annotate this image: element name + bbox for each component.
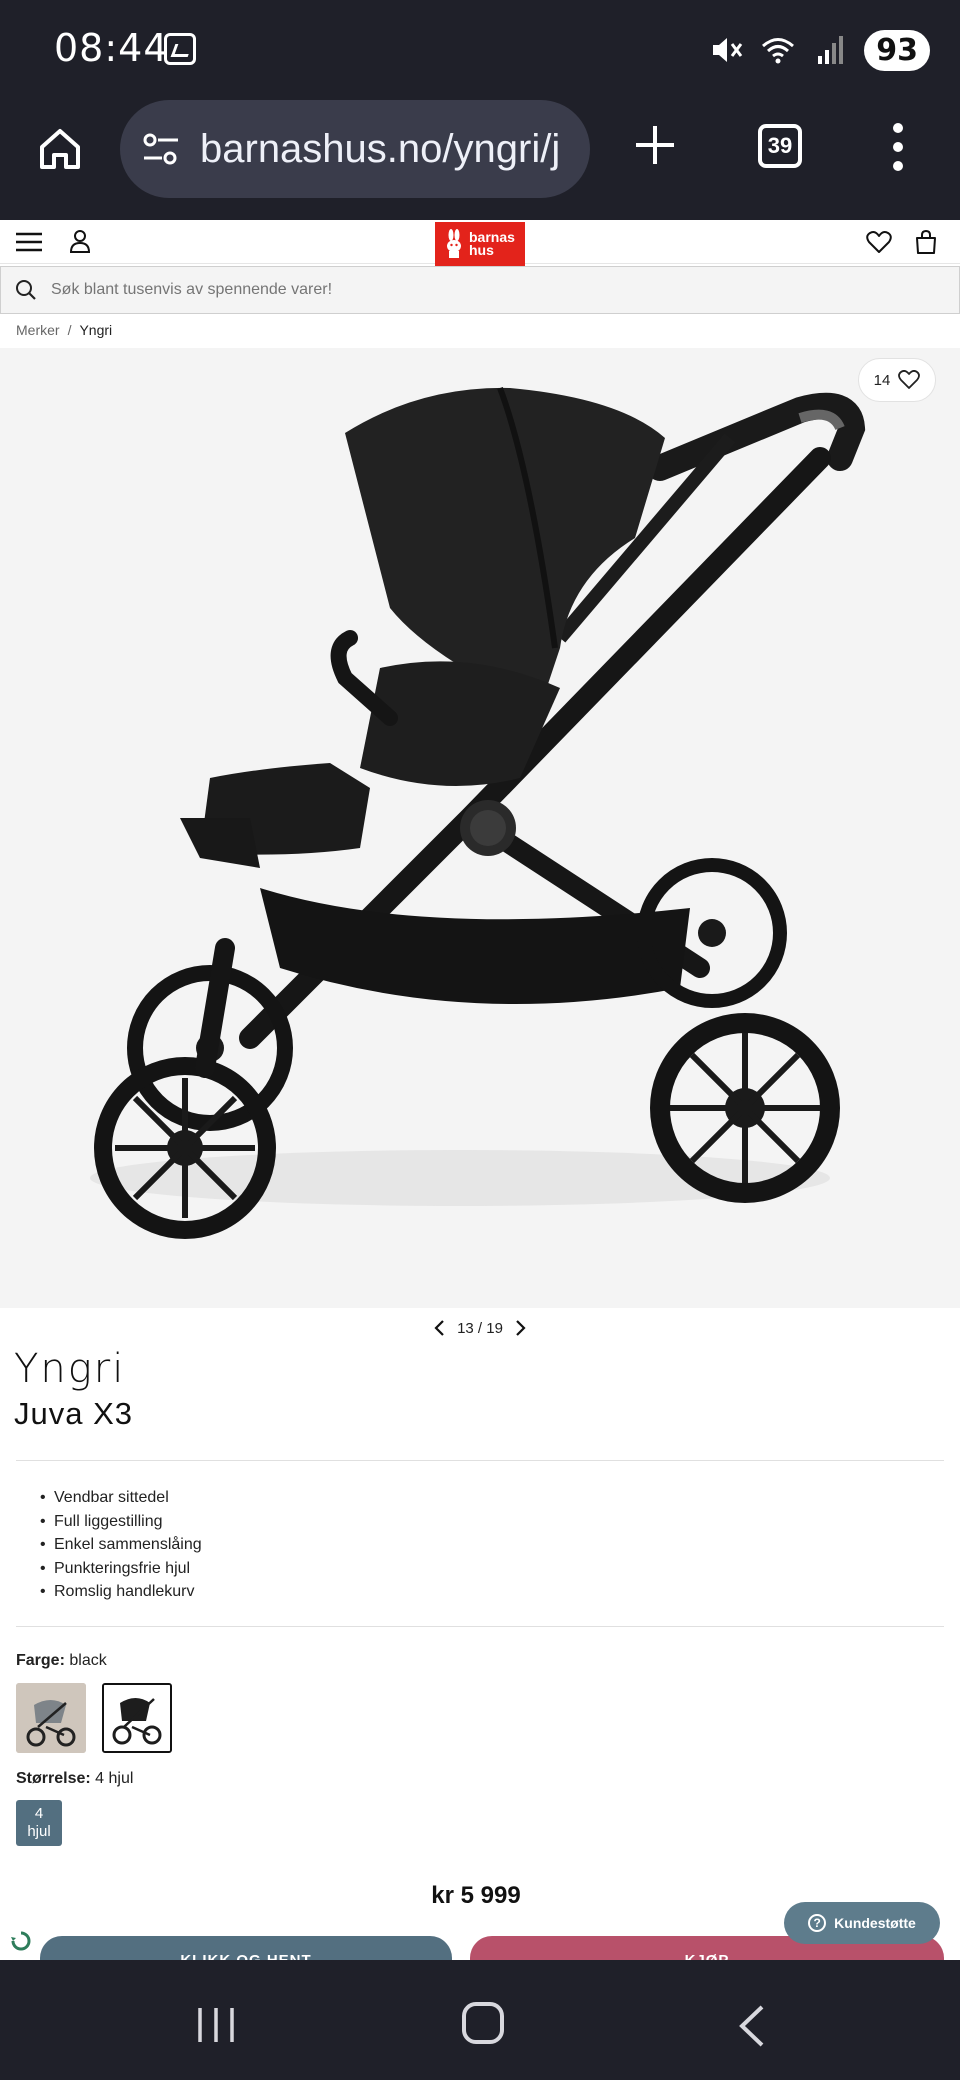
search-bar[interactable] bbox=[0, 266, 960, 314]
search-input[interactable] bbox=[51, 281, 911, 299]
stroller-illustration bbox=[90, 386, 866, 1239]
favorite-count: 14 bbox=[873, 371, 891, 389]
url-text[interactable]: barnashus.no/yngri/j bbox=[200, 127, 560, 172]
divider bbox=[16, 1460, 944, 1461]
status-bar: 08:44 93 bbox=[0, 0, 960, 100]
color-swatch-grey[interactable] bbox=[16, 1683, 86, 1753]
bunny-icon bbox=[447, 229, 461, 258]
status-icons: 93 bbox=[708, 28, 930, 72]
back-icon[interactable] bbox=[736, 2004, 766, 2048]
feature-item: Punkteringsfrie hjul bbox=[40, 1557, 202, 1581]
stroller-thumbnail bbox=[16, 1683, 86, 1753]
pager-position: 13 / 19 bbox=[457, 1319, 503, 1337]
plus-icon[interactable] bbox=[632, 122, 678, 168]
favorite-button[interactable]: 14 bbox=[858, 358, 936, 402]
system-navigation-bar bbox=[0, 1960, 960, 2080]
size-chip-line1: 4 bbox=[34, 1805, 44, 1822]
brand-logo[interactable]: Yngri bbox=[14, 1346, 125, 1392]
recents-icon[interactable] bbox=[196, 2006, 236, 2044]
breadcrumb-separator: / bbox=[67, 322, 72, 338]
status-time: 08:44 bbox=[54, 26, 169, 70]
recaptcha-logo bbox=[11, 1931, 31, 1951]
home-icon[interactable] bbox=[36, 125, 84, 173]
mute-icon bbox=[713, 38, 743, 62]
color-label-key: Farge: bbox=[16, 1652, 65, 1669]
stroller-thumbnail bbox=[104, 1685, 170, 1751]
product-image[interactable] bbox=[0, 348, 960, 1308]
breadcrumb: Merker / Yngri bbox=[16, 322, 112, 338]
image-pager: 13 / 19 bbox=[0, 1316, 960, 1340]
support-label: Kundestøtte bbox=[834, 1915, 916, 1931]
breadcrumb-merker[interactable]: Merker bbox=[16, 322, 60, 338]
size-value: 4 hjul bbox=[95, 1770, 134, 1787]
user-icon[interactable] bbox=[68, 228, 92, 254]
site-settings-icon[interactable] bbox=[140, 128, 182, 170]
signal-icon bbox=[818, 36, 844, 64]
color-swatch-black[interactable] bbox=[102, 1683, 172, 1753]
feature-item: Full liggestilling bbox=[40, 1510, 202, 1534]
nav-home-icon[interactable] bbox=[462, 2002, 504, 2044]
bag-icon[interactable] bbox=[914, 229, 938, 255]
feature-item: Romslig handlekurv bbox=[40, 1580, 202, 1604]
customer-support-button[interactable]: ? Kundestøtte bbox=[784, 1902, 940, 1944]
help-icon: ? bbox=[808, 1914, 827, 1932]
feature-item: Vendbar sittedel bbox=[40, 1486, 202, 1510]
search-icon bbox=[16, 280, 36, 300]
menu-icon[interactable] bbox=[16, 232, 42, 252]
size-chip-line2: hjul bbox=[27, 1823, 51, 1840]
chevron-right-icon[interactable] bbox=[513, 1319, 527, 1337]
site-logo[interactable]: barnas hus bbox=[435, 222, 525, 266]
wifi-icon bbox=[762, 38, 795, 64]
product-title: Juva X3 bbox=[14, 1396, 134, 1431]
gallery-icon bbox=[164, 33, 196, 65]
recaptcha-icon[interactable] bbox=[6, 1926, 36, 1956]
site-header: barnas hus bbox=[0, 220, 960, 266]
address-bar[interactable]: barnashus.no/yngri/j bbox=[120, 100, 590, 198]
browser-toolbar: barnashus.no/yngri/j 39 bbox=[0, 100, 960, 220]
tabs-button[interactable]: 39 bbox=[758, 124, 802, 168]
feature-list: Vendbar sittedel Full liggestilling Enke… bbox=[40, 1486, 202, 1604]
breadcrumb-yngri[interactable]: Yngri bbox=[79, 322, 112, 338]
chevron-left-icon[interactable] bbox=[433, 1319, 447, 1337]
more-icon[interactable] bbox=[890, 122, 906, 172]
color-label: Farge: black bbox=[16, 1652, 107, 1670]
battery-indicator: 93 bbox=[864, 29, 930, 71]
size-label-key: Størrelse: bbox=[16, 1770, 91, 1787]
color-value: black bbox=[69, 1652, 107, 1669]
size-label: Størrelse: 4 hjul bbox=[16, 1770, 133, 1788]
divider bbox=[16, 1626, 944, 1627]
feature-item: Enkel sammenslåing bbox=[40, 1533, 202, 1557]
heart-icon[interactable] bbox=[866, 230, 892, 254]
heart-outline-icon bbox=[898, 370, 921, 389]
logo-text: barnas hus bbox=[469, 230, 515, 258]
size-option-4-hjul[interactable]: 4 hjul bbox=[16, 1800, 62, 1846]
logo-line2: hus bbox=[469, 242, 494, 258]
